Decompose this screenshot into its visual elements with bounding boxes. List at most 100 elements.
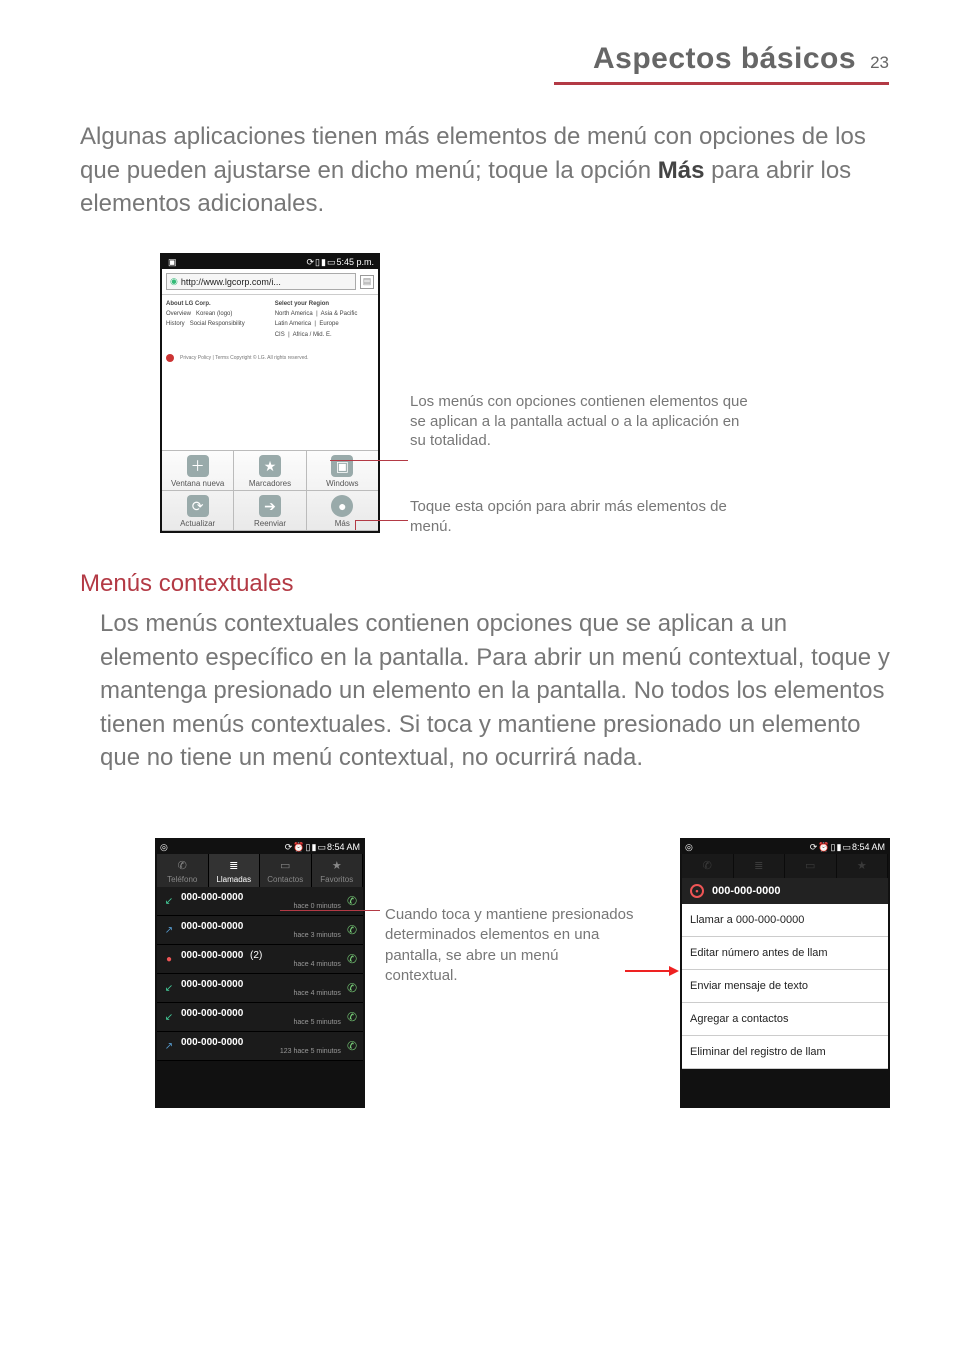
web-footer: Privacy Policy | Terms Copyright © LG. A… <box>166 354 374 362</box>
callout-line-1 <box>330 460 408 461</box>
call-direction-icon: ● <box>163 954 175 965</box>
header-rule <box>554 82 889 85</box>
wl3: History <box>166 321 185 327</box>
tab-fav-d: ★ <box>837 854 889 878</box>
alarm-icon: ⏰ <box>818 842 829 853</box>
status-time-2: 8:54 AM <box>327 842 360 852</box>
call-row[interactable]: ↙000-000-0000 hace 5 minutos✆ <box>157 1003 363 1032</box>
dialer-tabs-dim: ✆ ≣ ▭ ★ <box>682 854 888 878</box>
intro-paragraph: Algunas aplicaciones tienen más elemento… <box>80 120 880 221</box>
call-row[interactable]: ↗ 000-000-0000 hace 3 minutos ✆ <box>157 916 363 945</box>
opt-ref-label: Actualizar <box>180 519 215 528</box>
wr1: North America <box>275 311 313 317</box>
signal-icon: ▮ <box>321 257 326 268</box>
tab-contacts[interactable]: ▭ Contactos <box>260 854 312 887</box>
dial-icon[interactable]: ✆ <box>347 1010 357 1024</box>
options-menu: ＋ Ventana nueva ★ Marcadores ▣ Windows ⟳… <box>162 450 378 531</box>
tab-calls-d: ≣ <box>734 854 786 878</box>
context-menu-header: • 000-000-0000 <box>682 878 888 904</box>
phone-icon: ✆ <box>175 859 189 873</box>
call-list: ↙000-000-0000 hace 0 minutos✆ ↗ 000-000-00… <box>157 887 363 1061</box>
opt-bookmarks[interactable]: ★ Marcadores <box>234 451 306 491</box>
call-direction-icon: ↗ <box>163 925 175 936</box>
context-menu-item[interactable]: Enviar mensaje de texto <box>682 970 888 1003</box>
opt-win-label: Windows <box>326 479 358 488</box>
calls-screenshot: ◎ ⟳ ⏰ ▯ ▮ ▭ 8:54 AM ✆ Teléfono ≣ Llamada… <box>155 838 365 1108</box>
opt-new-window[interactable]: ＋ Ventana nueva <box>162 451 234 491</box>
sb2-left: ◎ <box>160 842 284 853</box>
opt-refresh[interactable]: ⟳ Actualizar <box>162 491 234 531</box>
call-row[interactable]: ↗ 000-000-0000123 hace 5 minutos ✆ <box>157 1032 363 1061</box>
lg-logo-icon <box>166 354 174 362</box>
signal-icon: ▮ <box>837 842 842 853</box>
call-info: 000-000-0000 hace 5 minutos <box>181 1008 341 1026</box>
plus-icon: ＋ <box>187 455 209 477</box>
call-direction-icon: ↙ <box>163 983 175 994</box>
tab-contacts-label: Contactos <box>267 875 303 884</box>
browser-screenshot: ▣ ⟳ ▯ ▮ ▭ 5:45 p.m. ◉ http://www.lgcorp.… <box>160 253 380 533</box>
dial-icon[interactable]: ✆ <box>347 981 357 995</box>
callout-options-menu: Los menús con opciones contienen element… <box>410 392 750 451</box>
call-number: 000-000-0000 <box>181 979 243 990</box>
opt-forward[interactable]: ➔ Reenviar <box>234 491 306 531</box>
star-icon: ★ <box>259 455 281 477</box>
web-left-h: About LG Corp. <box>166 301 211 307</box>
opt-windows[interactable]: ▣ Windows <box>307 451 378 491</box>
context-menu-item[interactable]: Editar número antes de llam <box>682 937 888 970</box>
tab-calls-label: Llamadas <box>216 875 251 884</box>
sb3-left: ◎ <box>685 842 809 853</box>
call-row[interactable]: ↙ 000-000-0000 hace 4 minutos ✆ <box>157 974 363 1003</box>
web-content: About LG Corp. Overview Korean (logo) Hi… <box>162 295 378 371</box>
globe-icon: ◉ <box>170 276 178 287</box>
3g-icon: ▯ <box>306 842 311 853</box>
web-left: About LG Corp. Overview Korean (logo) Hi… <box>166 299 245 340</box>
wl1: Overview <box>166 311 191 317</box>
context-menu-item[interactable]: Llamar a 000-000-0000 <box>682 904 888 937</box>
dial-icon[interactable]: ✆ <box>347 952 357 966</box>
bookmark-icon[interactable]: ▤ <box>360 275 374 289</box>
star-icon: ★ <box>330 859 344 873</box>
call-row[interactable]: ●000-000-0000 (2) hace 4 minutos✆ <box>157 945 363 974</box>
ctx-title: 000-000-0000 <box>712 885 781 897</box>
call-direction-icon: ↗ <box>163 1041 175 1052</box>
page-number: 23 <box>870 53 889 73</box>
list-icon: ≣ <box>227 859 241 873</box>
context-menu-item[interactable]: Agregar a contactos <box>682 1003 888 1036</box>
call-time: hace 4 minutos <box>181 990 341 997</box>
status-time-3: 8:54 AM <box>852 842 885 852</box>
call-info: 000-000-0000 hace 3 minutos <box>181 921 341 939</box>
call-direction-icon: ↙ <box>163 896 175 907</box>
call-time: hace 3 minutos <box>181 932 341 939</box>
dial-icon[interactable]: ✆ <box>347 894 357 908</box>
tab-favorites[interactable]: ★ Favoritos <box>312 854 364 887</box>
context-menu-item[interactable]: Eliminar del registro de llam <box>682 1036 888 1069</box>
context-paragraph: Los menús contextuales contienen opcione… <box>100 607 890 775</box>
url-field[interactable]: ◉ http://www.lgcorp.com/i... <box>166 273 356 290</box>
notification-icon: ▣ <box>166 257 306 268</box>
wr4: Europe <box>319 321 338 327</box>
dial-icon[interactable]: ✆ <box>347 1039 357 1053</box>
contacts-icon: ▭ <box>278 859 292 873</box>
context-menu-screenshot: ◎ ⟳ ⏰ ▯ ▮ ▭ 8:54 AM ✆ ≣ ▭ ★ • 000-000-00… <box>680 838 890 1108</box>
wl4: Social Responsibility <box>190 321 245 327</box>
wr3: Latin America <box>275 321 311 327</box>
opt-fwd-label: Reenviar <box>254 519 286 528</box>
call-row[interactable]: ↙000-000-0000 hace 0 minutos✆ <box>157 887 363 916</box>
tab-fav-label: Favoritos <box>320 875 353 884</box>
call-time: hace 4 minutos <box>181 961 341 968</box>
signal-icon: ▮ <box>312 842 317 853</box>
opt-more[interactable]: ● Más <box>307 491 378 531</box>
wr2: Asia & Pacific <box>321 311 358 317</box>
callout-line-2b <box>355 520 408 521</box>
wl2: Korean (logo) <box>196 311 232 317</box>
call-info: 000-000-0000123 hace 5 minutos <box>181 1037 341 1055</box>
page-title: Aspectos básicos <box>593 42 856 76</box>
call-count: (2) <box>243 950 262 961</box>
opt-book-label: Marcadores <box>249 479 291 488</box>
call-number: 000-000-0000 <box>181 921 243 932</box>
address-row: ◉ http://www.lgcorp.com/i... ▤ <box>162 269 378 295</box>
arrow-icon <box>625 970 677 972</box>
tab-calls[interactable]: ≣ Llamadas <box>209 854 261 887</box>
dial-icon[interactable]: ✆ <box>347 923 357 937</box>
tab-phone[interactable]: ✆ Teléfono <box>157 854 209 887</box>
